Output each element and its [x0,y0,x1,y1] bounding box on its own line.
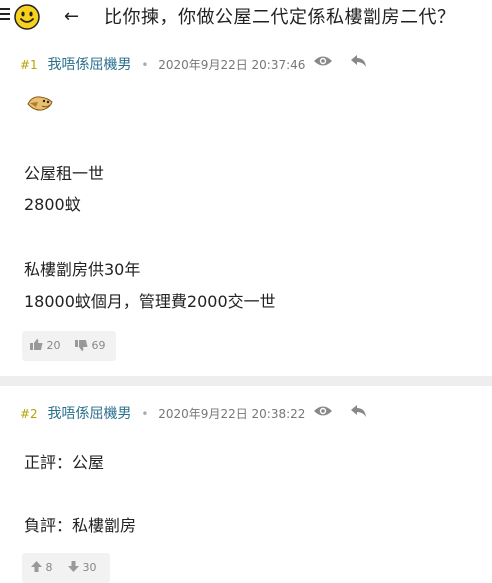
back-button[interactable]: ← [64,6,79,28]
separator-dot: • [141,407,149,421]
post-divider [0,376,492,386]
separator-dot: • [141,58,149,72]
dislike-count: 30 [82,561,97,574]
like-count: 20 [46,339,61,352]
username-link[interactable]: 我唔係屈機男 [48,57,132,73]
post-content-line: 2800蚊 [24,195,81,214]
post-header: #1 我唔係屈機男 • 2020年9月22日 20:37:46 [20,54,305,74]
post-content-line: 負評：私樓劏房 [24,516,137,535]
arrow-down-icon [68,561,79,572]
top-bar: ← 比你揀，你做公屋二代定係私樓劏房二代？ [0,0,492,40]
thumbs-down-icon [75,340,88,351]
arrow-up-icon [31,561,42,572]
reply-icon[interactable] [350,404,368,418]
reply-icon[interactable] [350,54,368,68]
eye-icon[interactable] [313,404,333,418]
upvote-button[interactable]: 8 [31,561,53,574]
post-timestamp: 2020年9月22日 20:37:46 [158,58,306,72]
menu-icon[interactable] [0,8,10,22]
post-content-line: 18000蚊個月，管理費2000交一世 [24,292,276,311]
post-content-line: 正評：公屋 [24,453,105,472]
smiley-logo-icon[interactable] [14,4,40,30]
downvote-button[interactable]: 30 [68,561,97,574]
post-timestamp: 2020年9月22日 20:38:22 [158,407,306,421]
thread-title: 比你揀，你做公屋二代定係私樓劏房二代？ [104,7,456,28]
post-header: #2 我唔係屈機男 • 2020年9月22日 20:38:22 [20,403,305,423]
dislike-count: 69 [91,339,106,352]
dislike-button[interactable]: 69 [75,339,106,352]
like-button[interactable]: 20 [30,339,61,352]
post-number: #1 [20,58,38,72]
like-count: 8 [45,561,53,574]
post-content-line: 私樓劏房供30年 [24,260,141,279]
username-link[interactable]: 我唔係屈機男 [48,406,132,422]
vote-box: 20 69 [22,331,116,361]
post-content-line: 公屋租一世 [24,164,105,183]
vote-box: 8 30 [22,553,110,583]
sticker-emoji-icon [27,96,53,111]
eye-icon[interactable] [313,54,333,68]
thumbs-up-icon [30,339,43,350]
post-number: #2 [20,407,38,421]
